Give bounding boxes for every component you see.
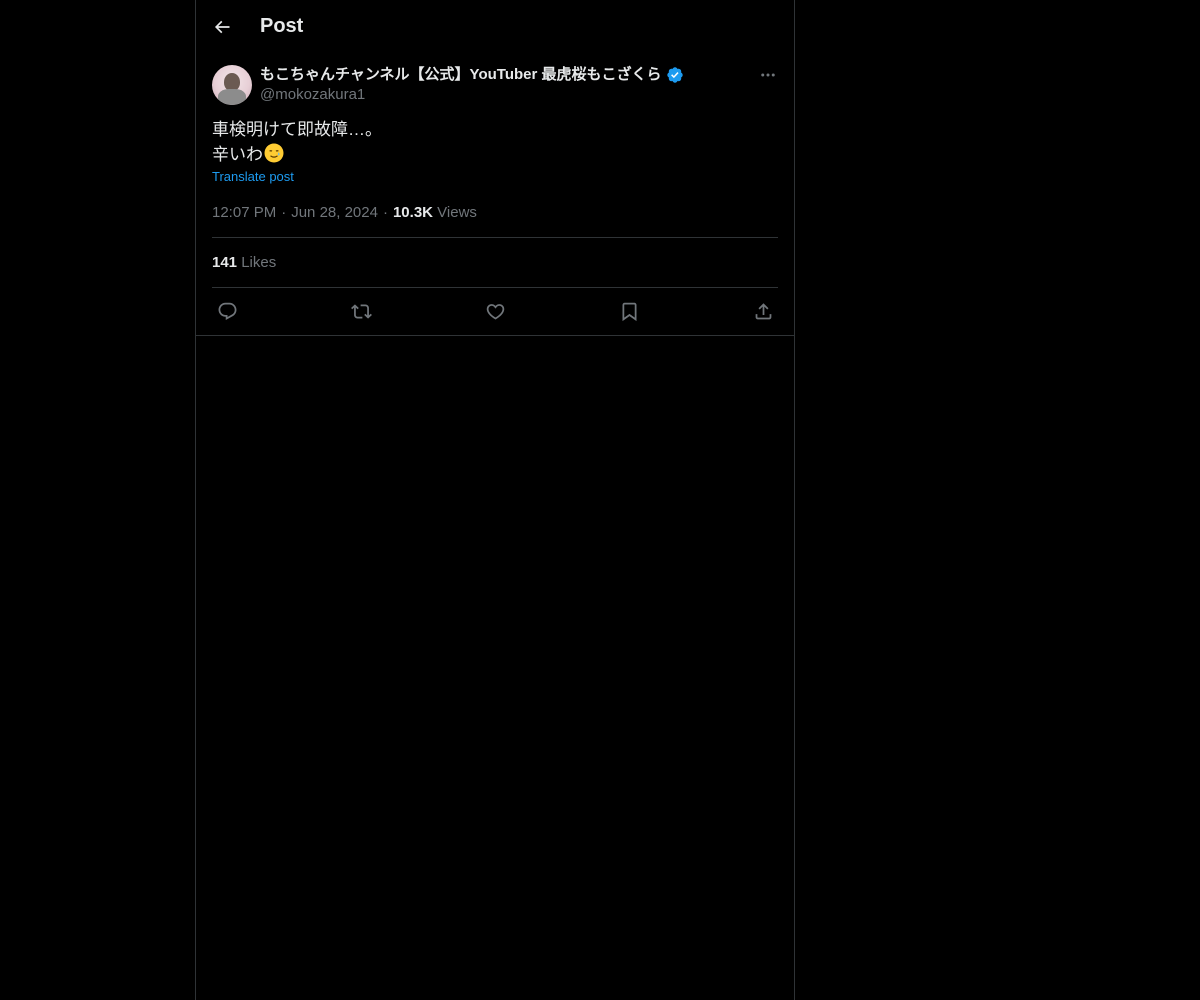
post-text-line-1: 車検明けて即故障…。 [212, 120, 382, 139]
post-date[interactable]: Jun 28, 2024 [291, 204, 378, 221]
repost-icon [350, 301, 372, 322]
verified-badge-icon[interactable] [666, 66, 684, 84]
likes-stat[interactable]: 141 Likes [212, 254, 276, 271]
reply-button[interactable] [216, 301, 238, 323]
more-icon [759, 66, 777, 84]
post-text-line-2: 辛いわ [212, 142, 778, 167]
post-text-line-2-text: 辛いわ [212, 145, 263, 164]
post-meta: 12:07 PM · Jun 28, 2024 · 10.3K Views [212, 204, 778, 238]
action-bar [212, 288, 778, 335]
primary-column: Post もこちゃんチャンネル【公式】YouTuber 最虎桜もこざくら @mo… [195, 0, 795, 1000]
author-row: もこちゃんチャンネル【公式】YouTuber 最虎桜もこざくら @mokozak… [212, 65, 778, 105]
more-button[interactable] [758, 65, 778, 85]
views-label: Views [437, 204, 477, 221]
likes-label: Likes [241, 254, 277, 271]
post-stats: 141 Likes [212, 238, 778, 288]
bookmark-button[interactable] [618, 301, 640, 323]
share-icon [753, 301, 774, 322]
author-info: もこちゃんチャンネル【公式】YouTuber 最虎桜もこざくら @mokozak… [260, 65, 684, 105]
post: もこちゃんチャンネル【公式】YouTuber 最虎桜もこざくら @mokozak… [196, 53, 794, 336]
smiling-face-with-tear-icon [264, 143, 284, 163]
author-display-name[interactable]: もこちゃんチャンネル【公式】YouTuber 最虎桜もこざくら [260, 65, 662, 85]
reply-icon [217, 301, 238, 322]
back-button[interactable] [204, 9, 240, 45]
heart-icon [485, 301, 506, 322]
separator-dot: · [281, 204, 287, 221]
views-count: 10.3K [392, 204, 433, 221]
bookmark-icon [619, 301, 640, 322]
post-time[interactable]: 12:07 PM [212, 204, 276, 221]
page-title: Post [260, 15, 304, 37]
repost-button[interactable] [350, 301, 372, 323]
avatar[interactable] [212, 65, 252, 105]
author-handle[interactable]: @mokozakura1 [260, 85, 684, 105]
share-button[interactable] [752, 301, 774, 323]
translate-post-link[interactable]: Translate post [212, 169, 294, 184]
top-bar: Post [196, 0, 794, 53]
separator-dot: · [382, 204, 388, 221]
arrow-left-icon [212, 17, 232, 37]
name-line: もこちゃんチャンネル【公式】YouTuber 最虎桜もこざくら [260, 65, 684, 85]
like-button[interactable] [484, 301, 506, 323]
likes-count: 141 [212, 254, 238, 271]
post-text: 車検明けて即故障…。 辛いわ [212, 117, 778, 167]
